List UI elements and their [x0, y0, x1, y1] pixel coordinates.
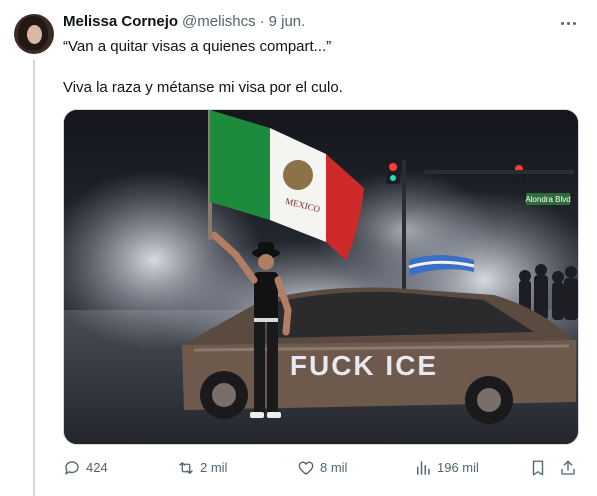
like-count: 8 mil	[320, 460, 348, 475]
tweet-image[interactable]: Alondra Blvd FUCK ICE MEXICO	[63, 109, 579, 445]
repost-count: 2 mil	[200, 460, 228, 475]
reply-count: 424	[86, 460, 108, 475]
tweet-header: Melissa Cornejo @melishcs · 9 jun.	[63, 12, 305, 32]
graffiti-text: FUCK ICE	[290, 350, 438, 381]
header-separator: ·	[259, 13, 265, 30]
thread-line	[33, 60, 35, 496]
avatar-face	[27, 25, 42, 44]
tweet-date[interactable]: 9 jun.	[269, 12, 306, 32]
share-icon	[561, 460, 575, 475]
street-sign: Alondra Blvd	[525, 195, 570, 204]
author-handle[interactable]: @melishcs	[182, 12, 256, 32]
repost-button[interactable]: 2 mil	[177, 458, 227, 478]
avatar[interactable]	[14, 14, 54, 54]
views-icon	[417, 461, 430, 475]
reply-button[interactable]: 424	[63, 458, 108, 478]
photo-scene: Alondra Blvd FUCK ICE MEXICO	[64, 110, 578, 444]
like-icon	[298, 461, 314, 475]
like-button[interactable]: 8 mil	[297, 458, 347, 478]
author-name[interactable]: Melissa Cornejo	[63, 12, 178, 32]
share-button[interactable]	[559, 458, 582, 478]
quote-line: “Van a quitar visas a quienes compart...…	[63, 38, 332, 55]
action-bar: 424 2 mil 8 mil 196 mil	[63, 458, 583, 478]
tweet-body: Viva la raza y métanse mi visa por el cu…	[63, 79, 343, 96]
more-icon[interactable]	[557, 14, 579, 32]
bookmark-icon	[532, 460, 544, 476]
views-count: 196 mil	[437, 460, 479, 475]
views-button[interactable]: 196 mil	[414, 458, 479, 478]
reply-icon	[65, 461, 79, 475]
repost-icon	[179, 462, 193, 474]
bookmark-button[interactable]	[529, 458, 552, 478]
